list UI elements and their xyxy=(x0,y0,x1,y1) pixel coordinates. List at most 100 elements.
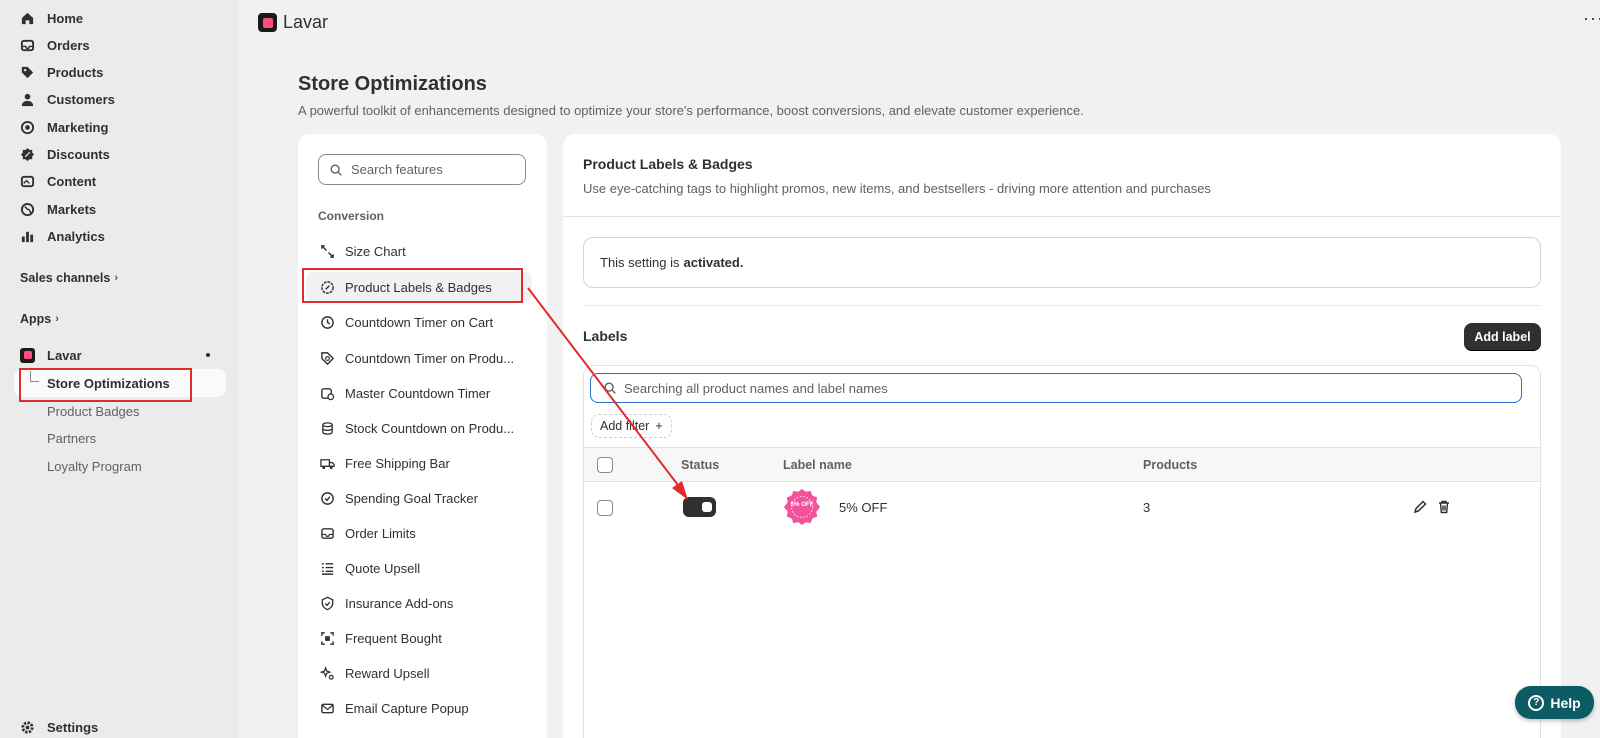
globe-icon xyxy=(20,202,35,217)
nav-content[interactable]: Content xyxy=(20,170,96,192)
feature-frequent-bought[interactable]: Frequent Bought xyxy=(306,623,532,653)
badge-icon xyxy=(320,280,335,295)
nav-label: Customers xyxy=(47,91,115,107)
shield-check-icon xyxy=(320,596,335,611)
banner-status: activated. xyxy=(683,255,744,270)
table-header: Status Label name Products xyxy=(584,447,1540,482)
target-icon xyxy=(20,120,35,135)
feature-label: Insurance Add-ons xyxy=(345,595,454,611)
feature-group-label: Conversion xyxy=(318,209,385,223)
inbox-icon xyxy=(320,526,335,541)
feature-label: Size Chart xyxy=(345,243,406,259)
nav-label: Discounts xyxy=(47,146,110,162)
search-features-input[interactable]: Search features xyxy=(318,154,526,185)
feature-product-labels-badges[interactable]: Product Labels & Badges xyxy=(306,272,532,302)
row-checkbox[interactable] xyxy=(597,500,613,516)
search-placeholder: Search features xyxy=(351,162,443,177)
feature-countdown-product[interactable]: Countdown Timer on Produ... xyxy=(306,343,532,373)
sub-item-product-badges[interactable]: Product Badges xyxy=(47,404,140,419)
nav-settings[interactable]: Settings xyxy=(20,716,98,738)
sub-item-label: Store Optimizations xyxy=(47,376,170,391)
edit-icon[interactable] xyxy=(1412,499,1428,515)
add-filter-button[interactable]: Add filter + xyxy=(591,414,672,438)
column-products: Products xyxy=(1143,458,1198,472)
nav-products[interactable]: Products xyxy=(20,61,103,83)
apps-link[interactable]: Apps › xyxy=(20,312,59,326)
sub-item-partners[interactable]: Partners xyxy=(47,431,96,446)
nav-orders[interactable]: Orders xyxy=(20,34,90,56)
tree-elbow-icon xyxy=(30,371,39,382)
feature-email-capture[interactable]: Email Capture Popup xyxy=(306,693,532,723)
help-button[interactable]: ? Help xyxy=(1515,686,1594,719)
truck-icon xyxy=(320,456,335,471)
feature-label: Email Capture Popup xyxy=(345,700,469,716)
sparkle-icon xyxy=(319,665,335,681)
sidebar: Home Orders Products Customers Marketing… xyxy=(0,0,238,738)
feature-label: Countdown Timer on Produ... xyxy=(345,350,515,366)
apps-label: Apps xyxy=(20,312,52,326)
scan-icon xyxy=(320,631,335,646)
sub-item-store-optimizations[interactable]: Store Optimizations xyxy=(14,369,226,397)
lavar-logo-icon xyxy=(258,13,277,32)
labels-heading: Labels xyxy=(583,328,628,344)
card-subtitle: Use eye-catching tags to highlight promo… xyxy=(583,181,1211,196)
add-label-button[interactable]: Add label xyxy=(1464,323,1541,351)
tag-clock-icon xyxy=(320,351,335,366)
lavar-logo-icon xyxy=(20,347,35,363)
nav-home[interactable]: Home xyxy=(20,7,83,29)
sales-channels-link[interactable]: Sales channels › xyxy=(20,271,118,285)
feature-free-shipping-bar[interactable]: Free Shipping Bar xyxy=(306,448,532,478)
feature-master-countdown[interactable]: Master Countdown Timer xyxy=(306,378,532,408)
bar-chart-icon xyxy=(20,229,35,244)
table-row[interactable]: 5% OFF 5% OFF 3 xyxy=(584,482,1540,534)
app-title: Lavar xyxy=(283,12,329,32)
list-icon xyxy=(320,561,335,576)
column-status: Status xyxy=(681,458,720,472)
feature-insurance-addons[interactable]: Insurance Add-ons xyxy=(306,588,532,618)
help-label: Help xyxy=(1550,694,1581,711)
feature-reward-upsell[interactable]: Reward Upsell xyxy=(306,658,532,688)
feature-order-limits[interactable]: Order Limits xyxy=(306,518,532,548)
nav-markets[interactable]: Markets xyxy=(20,198,96,220)
delete-icon[interactable] xyxy=(1436,499,1452,515)
sales-channels-label: Sales channels xyxy=(20,271,111,285)
feature-label: Order Limits xyxy=(345,525,416,541)
status-toggle[interactable] xyxy=(683,497,716,517)
check-circle-icon xyxy=(320,491,335,506)
nav-marketing[interactable]: Marketing xyxy=(20,116,108,138)
feature-label: Quote Upsell xyxy=(345,560,421,576)
home-icon xyxy=(20,11,35,26)
card-title: Product Labels & Badges xyxy=(583,156,753,172)
sub-item-loyalty-program[interactable]: Loyalty Program xyxy=(47,459,142,474)
feature-countdown-cart[interactable]: Countdown Timer on Cart xyxy=(306,307,532,337)
chevron-right-icon: › xyxy=(114,272,118,284)
nav-analytics[interactable]: Analytics xyxy=(20,225,105,247)
nav-customers[interactable]: Customers xyxy=(20,88,115,110)
plus-icon: + xyxy=(655,419,663,433)
nav-label: Orders xyxy=(47,37,90,53)
feature-label: Reward Upsell xyxy=(345,665,430,681)
feature-quote-upsell[interactable]: Quote Upsell xyxy=(306,553,532,583)
divider xyxy=(583,305,1541,306)
nav-discounts[interactable]: Discounts xyxy=(20,143,110,165)
search-icon xyxy=(330,163,342,176)
feature-spending-goal[interactable]: Spending Goal Tracker xyxy=(306,483,532,513)
chevron-right-icon: › xyxy=(55,313,59,325)
badge-preview-icon: 5% OFF xyxy=(783,488,821,526)
labels-search-input[interactable]: Searching all product names and label na… xyxy=(590,373,1522,403)
feature-stock-countdown[interactable]: Stock Countdown on Produ... xyxy=(306,413,532,443)
search-icon xyxy=(604,382,616,394)
app-lavar[interactable]: Lavar xyxy=(20,344,218,366)
more-actions-button[interactable]: ··· xyxy=(1583,8,1600,29)
nav-label: Home xyxy=(47,10,84,26)
divider xyxy=(563,216,1561,217)
feature-size-chart[interactable]: Size Chart xyxy=(306,236,532,266)
nav-label: Analytics xyxy=(47,228,105,244)
add-filter-label: Add filter xyxy=(600,419,650,433)
page-title: Store Optimizations xyxy=(298,73,487,95)
nav-label: Settings xyxy=(47,719,99,735)
feature-label: Spending Goal Tracker xyxy=(345,490,478,506)
feature-label: Free Shipping Bar xyxy=(345,455,450,471)
select-all-checkbox[interactable] xyxy=(597,457,613,473)
nav-label: Products xyxy=(47,64,104,80)
